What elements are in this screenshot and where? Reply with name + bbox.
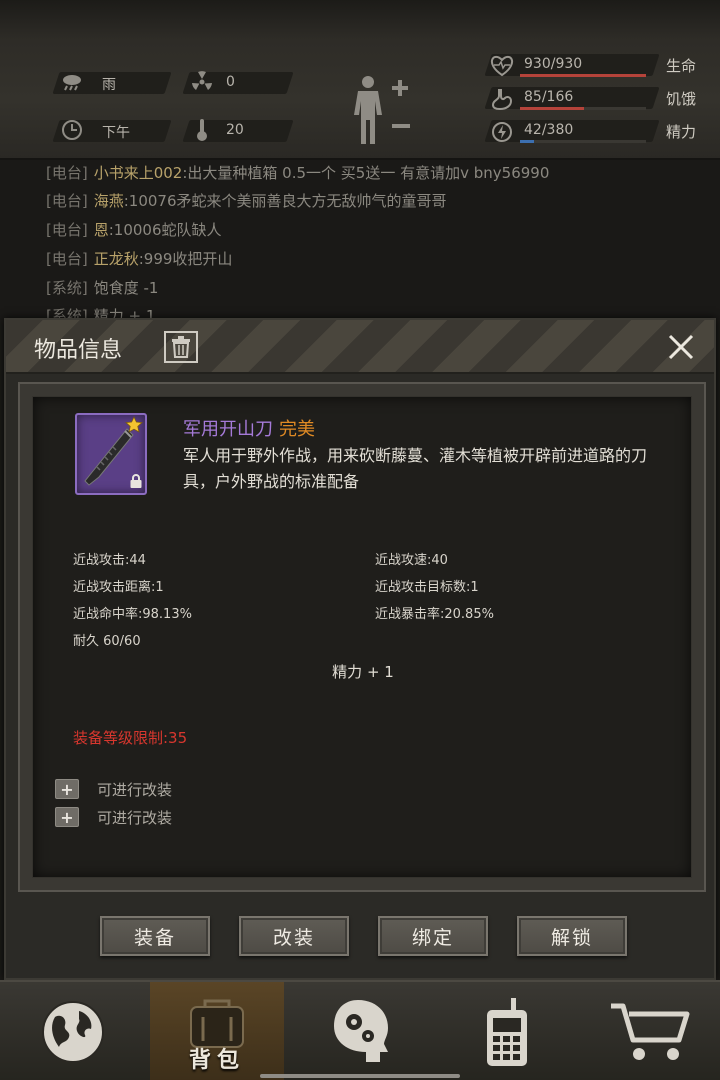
chat-channel: [电台] — [46, 250, 88, 268]
chat-line: [电台] 小书来上002:出大量种植箱 0.5一个 买5送一 有意请加v bny5… — [46, 162, 549, 183]
body-status-button[interactable] — [348, 74, 418, 146]
stat-melee-targets: 近战攻击目标数:1 — [375, 580, 479, 595]
chat-message: :999收把开山 — [138, 250, 233, 268]
mod-slot[interactable]: + 可进行改装 — [55, 806, 172, 828]
chat-line: [电台] 恩:10006蛇队缺人 — [46, 219, 222, 240]
star-icon — [125, 416, 143, 433]
stat-melee-hit: 近战命中率:98.13% — [73, 607, 192, 622]
hunger-label: 饥饿 — [665, 90, 696, 108]
mod-slot-label: 可进行改装 — [97, 808, 173, 827]
item-bonus: 精力 + 1 — [332, 663, 394, 681]
close-icon — [668, 334, 694, 360]
chat-message: :10006蛇队缺人 — [108, 221, 222, 239]
temperature-value: 20 — [226, 122, 244, 138]
item-description: 军人用于野外作战，用来砍断藤蔓、灌木等植被开辟前进道路的刀具，户外野战的标准配备 — [183, 446, 648, 491]
mod-slot[interactable]: + 可进行改装 — [55, 778, 172, 800]
body-figure-icon — [354, 76, 410, 144]
nav-backpack-label: 背包 — [188, 1048, 245, 1073]
walkie-talkie-icon — [487, 998, 527, 1066]
chat-channel: [系统] — [46, 279, 88, 297]
mod-slot-label: 可进行改装 — [97, 780, 173, 799]
nav-radio[interactable] — [440, 982, 574, 1080]
nav-map[interactable] — [6, 982, 140, 1080]
dialog-header: 物品信息 — [6, 320, 714, 374]
clock-icon — [60, 118, 84, 142]
chat-sender: 恩 — [93, 221, 109, 239]
chat-line: [电台] 海燕:10076矛蛇来个美丽善良大方无敌帅气的童哥哥 — [46, 190, 447, 211]
equip-button[interactable]: 装备 — [100, 916, 210, 956]
rain-cloud-icon — [60, 70, 84, 94]
chat-sender: 小书来上002 — [93, 164, 183, 182]
stat-melee-crit: 近战暴击率:20.85% — [375, 607, 494, 622]
heart-pulse-icon — [490, 54, 514, 78]
radiation-icon — [190, 70, 214, 94]
chat-sender: 正龙秋 — [93, 250, 139, 268]
head-gears-icon — [334, 1000, 388, 1062]
stat-melee-range: 近战攻击距离:1 — [73, 580, 164, 595]
radiation-value: 0 — [226, 74, 235, 90]
chat-line: [电台] 正龙秋:999收把开山 — [46, 248, 232, 269]
stat-melee-attack: 近战攻击:44 — [73, 553, 146, 568]
item-info-dialog: 物品信息 军用开山刀 完美 军人用于野外作战，用来砍断藤蔓、灌木等植被开辟前进道… — [4, 318, 716, 980]
dialog-title: 物品信息 — [34, 338, 123, 363]
weather-text: 雨 — [102, 77, 116, 93]
health-label: 生命 — [665, 57, 696, 75]
item-quality: 完美 — [279, 419, 315, 440]
energy-icon — [490, 120, 514, 144]
unlock-button[interactable]: 解锁 — [517, 916, 627, 956]
chat-channel: [电台] — [46, 192, 88, 210]
energy-label: 精力 — [665, 123, 696, 141]
level-requirement: 装备等级限制:35 — [73, 729, 188, 747]
chat-message: 饱食度 -1 — [93, 279, 159, 297]
thermometer-icon — [190, 118, 214, 142]
discard-button[interactable] — [164, 331, 198, 363]
hunger-value: 85/166 — [524, 89, 574, 105]
hunger-bar — [520, 107, 646, 110]
home-indicator — [260, 1074, 460, 1078]
chat-channel: [电台] — [46, 164, 88, 182]
bottom-navigation: 背包 — [0, 980, 720, 1080]
item-name: 军用开山刀 完美 — [183, 415, 315, 441]
modify-button[interactable]: 改装 — [239, 916, 349, 956]
nav-backpack[interactable]: 背包 — [150, 982, 284, 1080]
bind-button[interactable]: 绑定 — [378, 916, 488, 956]
nav-skills[interactable] — [296, 982, 430, 1080]
health-value: 930/930 — [524, 56, 583, 72]
shopping-cart-icon — [611, 1003, 690, 1060]
status-bar: 雨 0 下午 20 930/930 生命 85/166 饥饿 42/380 精力 — [0, 0, 720, 160]
stomach-icon — [490, 87, 514, 111]
chat-message: :出大量种植箱 0.5一个 买5送一 有意请加v bny56990 — [182, 164, 550, 182]
globe-icon — [42, 1001, 104, 1063]
item-detail-panel: 军用开山刀 完美 军人用于野外作战，用来砍断藤蔓、灌木等植被开辟前进道路的刀具，户… — [18, 382, 706, 892]
item-name-text: 军用开山刀 — [183, 419, 273, 440]
trash-icon — [172, 336, 190, 358]
chat-line: [系统] 饱食度 -1 — [46, 277, 158, 298]
energy-value: 42/380 — [524, 122, 574, 138]
health-bar — [520, 74, 646, 77]
time-of-day-text: 下午 — [102, 125, 130, 141]
plus-icon: + — [55, 807, 79, 827]
chat-channel: [电台] — [46, 221, 88, 239]
item-slot[interactable] — [75, 413, 147, 495]
stat-durability: 耐久 60/60 — [73, 634, 141, 649]
chat-log[interactable]: [电台] 小书来上002:出大量种植箱 0.5一个 买5送一 有意请加v bny5… — [0, 160, 720, 320]
chat-message: :10076矛蛇来个美丽善良大方无敌帅气的童哥哥 — [123, 192, 447, 210]
close-button[interactable] — [664, 330, 698, 364]
item-detail-content: 军用开山刀 完美 军人用于野外作战，用来砍断藤蔓、灌木等植被开辟前进道路的刀具，户… — [32, 396, 692, 878]
stat-melee-speed: 近战攻速:40 — [375, 553, 448, 568]
lock-icon — [130, 474, 142, 488]
plus-icon: + — [55, 779, 79, 799]
energy-bar — [520, 140, 646, 143]
nav-shop[interactable] — [584, 982, 718, 1080]
chat-sender: 海燕 — [93, 192, 124, 210]
